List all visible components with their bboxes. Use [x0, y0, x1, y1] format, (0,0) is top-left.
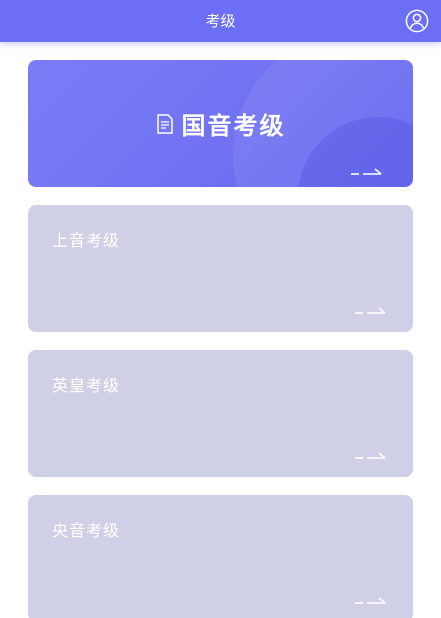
exam-page: 考级 国音考级 上音考级 英皇考级 央音考级	[0, 0, 441, 618]
arrow-right-icon	[355, 307, 386, 314]
user-icon	[405, 9, 429, 33]
card-label: 央音考级	[52, 521, 121, 540]
arrow-right-icon	[355, 452, 386, 459]
card-title: 国音考级	[181, 112, 286, 140]
arrow-right-icon	[355, 597, 386, 604]
top-bar: 考级	[0, 0, 441, 42]
card-shangyin-exam[interactable]: 上音考级	[28, 205, 413, 332]
card-abrsm-exam[interactable]: 英皇考级	[28, 350, 413, 477]
card-yangyin-exam[interactable]: 央音考级	[28, 495, 413, 618]
card-guoyin-exam[interactable]: 国音考级	[28, 60, 413, 187]
document-icon	[156, 113, 173, 134]
card-label: 英皇考级	[52, 376, 121, 395]
card-label: 上音考级	[52, 231, 121, 250]
user-button[interactable]	[405, 9, 429, 33]
page-title: 考级	[205, 12, 236, 30]
card-title-group: 国音考级	[28, 106, 413, 141]
arrow-right-icon	[351, 168, 382, 175]
